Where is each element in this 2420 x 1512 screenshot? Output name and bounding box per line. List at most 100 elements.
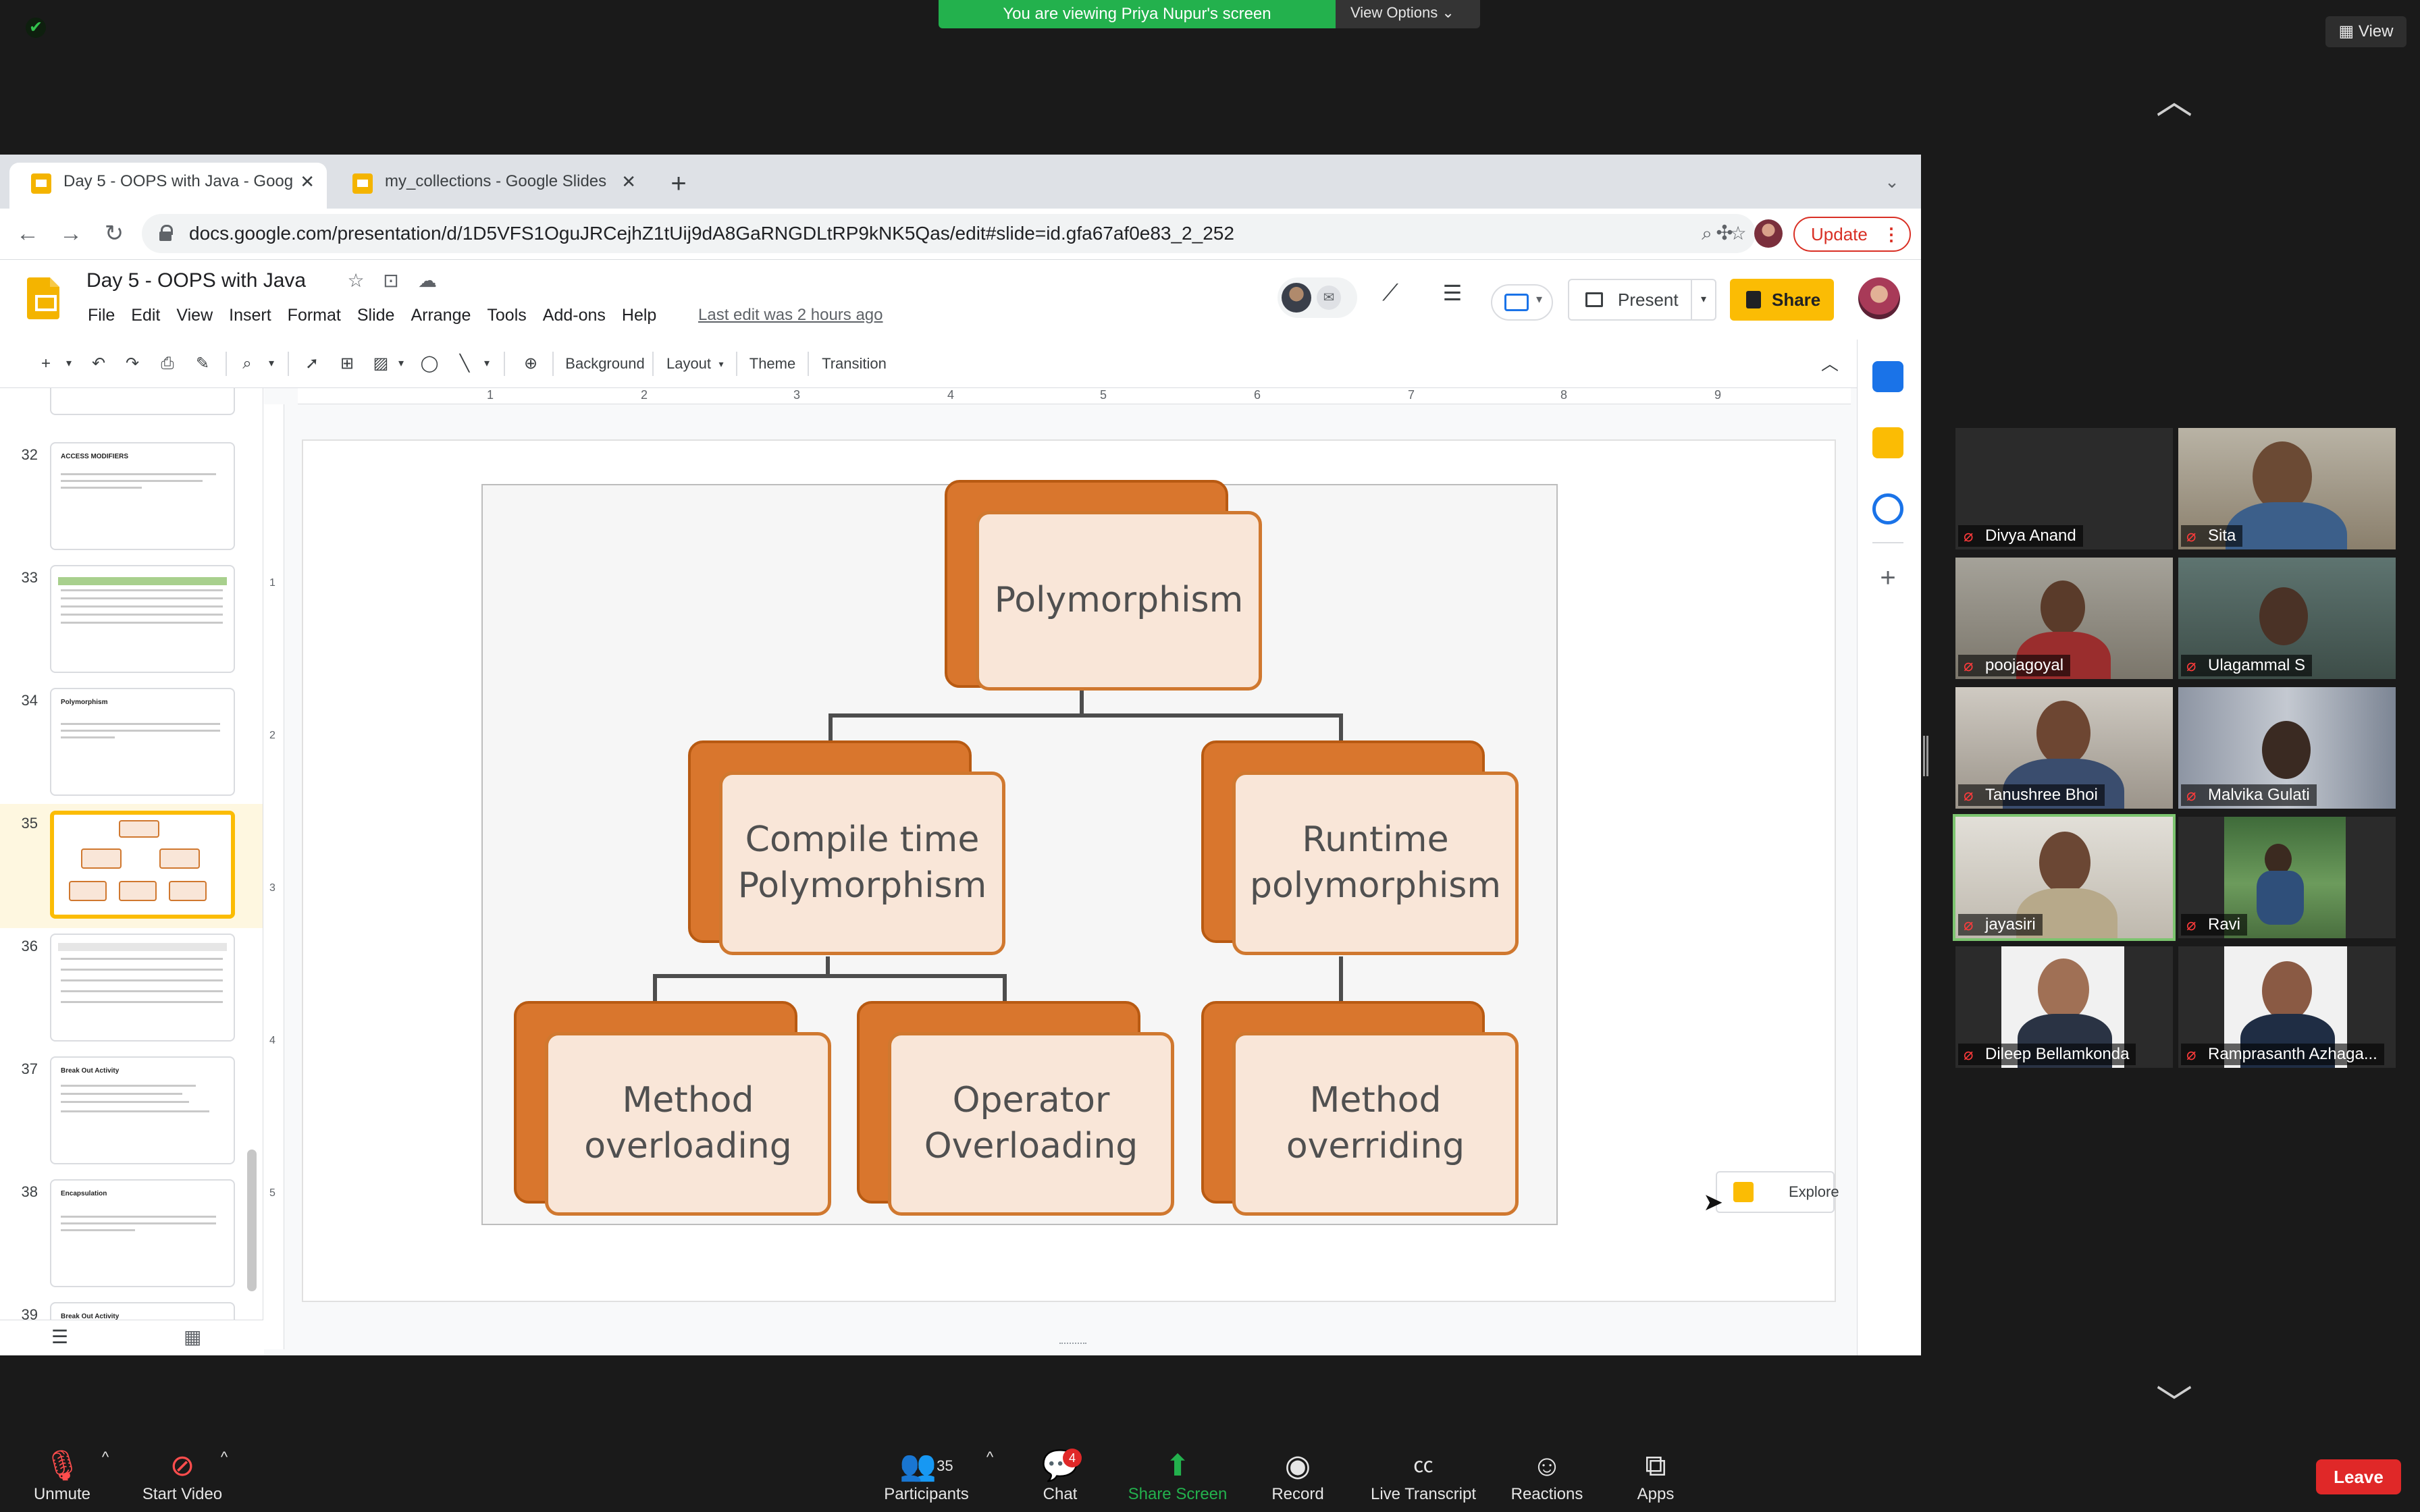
slide-thumbnail[interactable]: Polymorphism <box>50 688 235 796</box>
tab-search-chevron-icon[interactable]: ⌄ <box>1877 167 1907 196</box>
tasks-icon[interactable] <box>1872 493 1903 524</box>
gallery-scroll-down-icon[interactable]: ﹀ <box>2147 1384 2201 1424</box>
participant-tile[interactable]: ⌀ Sita <box>2178 428 2396 549</box>
paint-format-icon[interactable]: ✎ <box>189 349 216 379</box>
menu-help[interactable]: Help <box>614 302 664 329</box>
participant-tile[interactable]: ⌀ Malvika Gulati <box>2178 687 2396 809</box>
layout-button[interactable]: Layout <box>662 349 716 379</box>
collapse-toolbar-chevron-icon[interactable]: ︿ <box>1816 349 1843 379</box>
redo-icon[interactable]: ↷ <box>119 349 146 379</box>
security-shield-icon[interactable]: ✔ <box>26 18 46 38</box>
chat-button[interactable]: 💬 4 Chat <box>1036 1447 1084 1512</box>
apps-button[interactable]: ⧉ Apps <box>1626 1447 1685 1512</box>
filmstrip-scrollbar[interactable] <box>247 1150 257 1291</box>
new-slide-plus-icon[interactable]: + <box>32 349 59 379</box>
participant-tile[interactable]: ⌀ Ramprasanth Azhaga... <box>2178 946 2396 1068</box>
slide-thumbnail[interactable] <box>50 934 235 1042</box>
menu-file[interactable]: File <box>80 302 123 329</box>
chrome-profile-avatar[interactable] <box>1754 219 1783 248</box>
menu-view[interactable]: View <box>168 302 221 329</box>
keep-icon[interactable] <box>1872 427 1903 458</box>
slides-logo-icon[interactable] <box>27 277 59 319</box>
menu-slide[interactable]: Slide <box>349 302 403 329</box>
participant-tile[interactable]: ⌀ Divya Anand <box>1955 428 2173 549</box>
share-screen-button[interactable]: ⬆ Share Screen <box>1121 1447 1234 1512</box>
browser-tab[interactable]: my_collections - Google Slides ✕ <box>331 163 648 209</box>
view-layout-button[interactable]: ▦ View <box>2325 16 2406 47</box>
chevron-down-icon[interactable]: ▾ <box>479 349 494 379</box>
chevron-down-icon[interactable]: ▾ <box>394 349 408 379</box>
video-options-chevron-icon[interactable]: ^ <box>216 1449 232 1469</box>
unmute-button[interactable]: 🎙 Unmute <box>27 1447 97 1512</box>
slide-thumbnail[interactable] <box>50 565 235 673</box>
audio-options-chevron-icon[interactable]: ^ <box>97 1449 113 1469</box>
close-tab-icon[interactable]: ✕ <box>621 163 636 200</box>
menu-edit[interactable]: Edit <box>123 302 168 329</box>
menu-insert[interactable]: Insert <box>221 302 280 329</box>
cloud-status-icon[interactable]: ☁ <box>415 268 440 294</box>
menu-tools[interactable]: Tools <box>479 302 534 329</box>
grid-view-icon[interactable]: ▦ <box>184 1327 205 1347</box>
text-box-icon[interactable]: ⊞ <box>334 349 361 379</box>
add-comment-icon[interactable]: ⊕ <box>517 349 544 379</box>
present-button[interactable]: Present ▾ <box>1568 279 1716 321</box>
close-tab-icon[interactable]: ✕ <box>300 163 315 200</box>
lock-icon[interactable] <box>159 225 173 241</box>
reload-icon[interactable]: ↻ <box>96 215 132 252</box>
participant-tile[interactable]: ⌀ Ravi <box>2178 817 2396 938</box>
menu-format[interactable]: Format <box>280 302 349 329</box>
slide-thumbnail[interactable]: Break Out Activity <box>50 1302 235 1320</box>
notes-resize-handle[interactable] <box>1059 1343 1086 1348</box>
view-options-button[interactable]: View Options ⌄ <box>1336 0 1480 28</box>
chevron-down-icon[interactable]: ▾ <box>714 349 728 379</box>
chevron-down-icon[interactable]: ▾ <box>263 349 280 379</box>
star-icon[interactable]: ☆ <box>343 268 369 294</box>
line-icon[interactable]: ╲ <box>451 349 478 379</box>
theme-button[interactable]: Theme <box>745 349 799 379</box>
current-slide[interactable]: Polymorphism Compile time Polymorphism R… <box>302 439 1836 1302</box>
list-view-icon[interactable]: ☰ <box>51 1327 73 1347</box>
participant-tile[interactable]: ⌀ Tanushree Bhoi <box>1955 687 2173 809</box>
gallery-resize-handle[interactable] <box>1923 736 1928 776</box>
undo-icon[interactable]: ↶ <box>85 349 112 379</box>
participant-tile-active-speaker[interactable]: ⌀ jayasiri <box>1953 814 2176 941</box>
calendar-icon[interactable] <box>1872 361 1903 392</box>
present-options-chevron-icon[interactable]: ▾ <box>1691 280 1715 319</box>
participants-options-chevron-icon[interactable]: ^ <box>982 1449 998 1469</box>
select-cursor-icon[interactable]: ➚ <box>298 349 325 379</box>
move-folder-icon[interactable]: ⊡ <box>378 268 404 294</box>
update-button[interactable]: Update ⋮ <box>1793 217 1911 252</box>
participant-tile[interactable]: ⌀ Dileep Bellamkonda <box>1955 946 2173 1068</box>
comments-icon[interactable]: ☰ <box>1436 280 1469 314</box>
collaborator-avatars[interactable]: ✉ <box>1278 277 1357 318</box>
user-avatar[interactable] <box>1858 277 1900 319</box>
meet-call-button[interactable]: ▾ <box>1491 284 1553 321</box>
print-icon[interactable]: ⎙ <box>154 349 181 379</box>
address-bar[interactable]: docs.google.com/presentation/d/1D5VFS1Og… <box>142 214 1756 253</box>
shape-icon[interactable]: ◯ <box>416 349 443 379</box>
slide-thumbnail[interactable]: Encapsulation <box>50 1179 235 1287</box>
record-button[interactable]: ◉ Record <box>1264 1447 1332 1512</box>
menu-arrange[interactable]: Arrange <box>402 302 479 329</box>
live-transcript-button[interactable]: ㏄ Live Transcript <box>1361 1447 1485 1512</box>
forward-arrow-icon[interactable]: → <box>53 215 89 252</box>
zoom-icon[interactable]: ⌕ <box>234 349 261 379</box>
extensions-puzzle-icon[interactable]: ✣ <box>1708 217 1741 250</box>
reactions-button[interactable]: ☺ Reactions <box>1504 1447 1589 1512</box>
activity-trend-icon[interactable]: ⟋ <box>1373 280 1407 314</box>
slide-thumbnail[interactable]: Break Out Activity <box>50 1056 235 1164</box>
slide-thumbnail[interactable] <box>50 388 235 415</box>
explore-button[interactable]: Explore <box>1716 1171 1839 1213</box>
participants-button[interactable]: 👥35 Participants <box>875 1447 978 1512</box>
polymorphism-diagram-image[interactable]: Polymorphism Compile time Polymorphism R… <box>481 480 1558 1225</box>
url-text[interactable]: docs.google.com/presentation/d/1D5VFS1Og… <box>189 214 1234 253</box>
document-title[interactable]: Day 5 - OOPS with Java <box>86 269 306 292</box>
transition-button[interactable]: Transition <box>817 349 891 379</box>
background-button[interactable]: Background <box>563 349 647 379</box>
image-icon[interactable]: ▨ <box>367 349 394 379</box>
add-addon-plus-icon[interactable]: + <box>1872 562 1903 593</box>
slide-thumbnail-selected[interactable] <box>50 811 235 919</box>
browser-tab-active[interactable]: Day 5 - OOPS with Java - Goog ✕ <box>9 163 327 209</box>
participant-tile[interactable]: ⌀ poojagoyal <box>1955 558 2173 679</box>
new-tab-plus-icon[interactable]: + <box>662 167 695 200</box>
